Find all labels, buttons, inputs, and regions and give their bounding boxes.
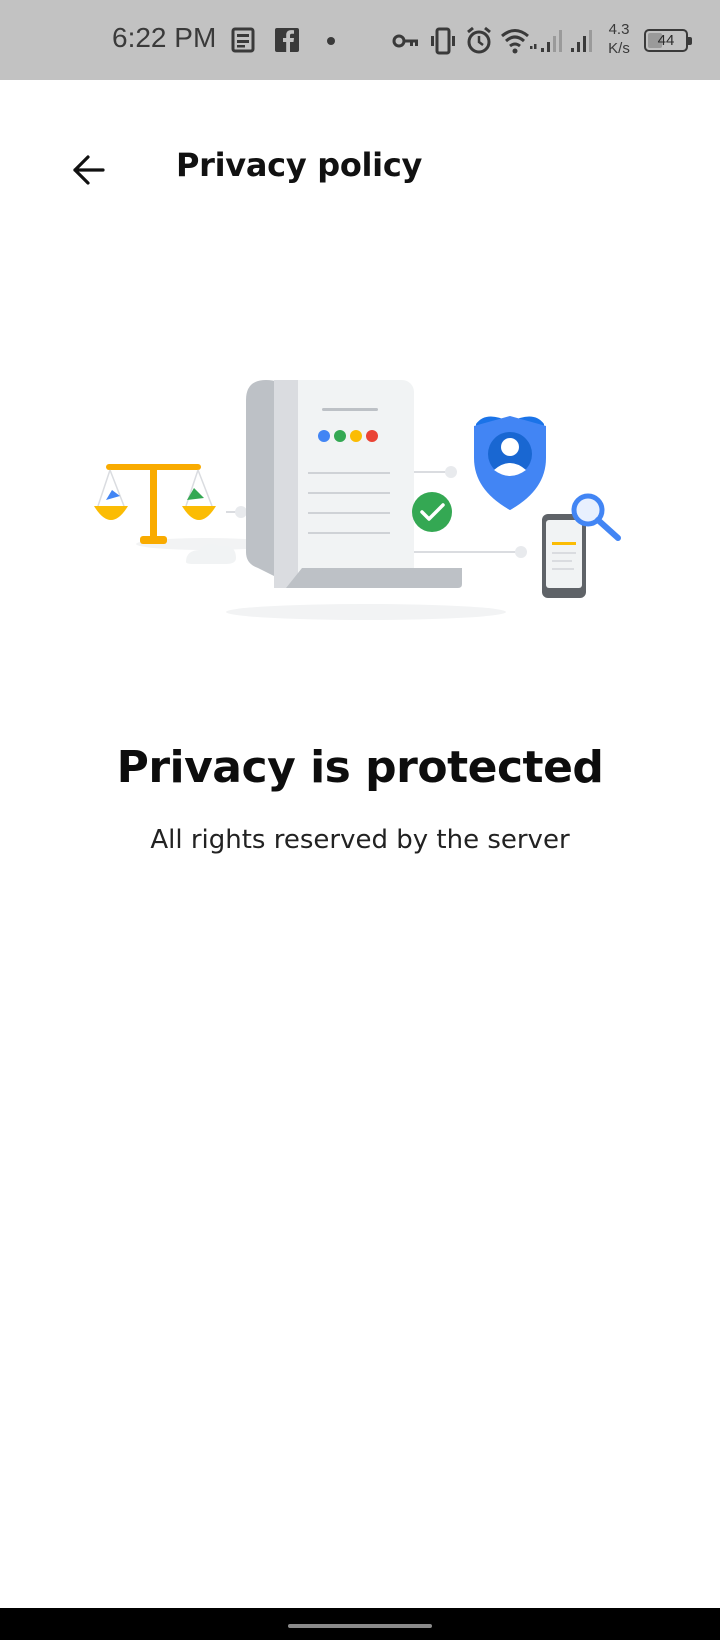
check-circle-icon bbox=[412, 492, 452, 532]
ground-shadow bbox=[226, 604, 506, 620]
scales-icon bbox=[94, 464, 216, 544]
network-speed: 4.3 K/s bbox=[602, 20, 636, 58]
battery-icon: 44 bbox=[644, 29, 692, 52]
back-button[interactable] bbox=[56, 138, 120, 202]
vibrate-icon bbox=[431, 27, 455, 55]
shield-user-icon bbox=[474, 416, 546, 510]
battery-level: 44 bbox=[657, 32, 675, 49]
wifi-icon bbox=[501, 29, 537, 54]
network-speed-unit: K/s bbox=[608, 40, 630, 57]
news-icon bbox=[231, 27, 255, 53]
status-bar: 6:22 PM 4.3 K/s 44 bbox=[0, 0, 720, 80]
alarm-icon bbox=[467, 26, 491, 54]
home-gesture-handle[interactable] bbox=[288, 1624, 432, 1628]
vpn-key-icon bbox=[392, 34, 418, 48]
subtext: All rights reserved by the server bbox=[150, 825, 570, 855]
network-speed-value: 4.3 bbox=[608, 21, 630, 38]
battery-tip bbox=[688, 37, 692, 45]
signal-icon bbox=[541, 30, 562, 52]
status-time: 6:22 PM bbox=[112, 22, 217, 53]
page-title: Privacy policy bbox=[176, 146, 423, 184]
notification-dot-icon bbox=[327, 37, 335, 45]
facebook-icon bbox=[275, 28, 299, 52]
phone-icon bbox=[542, 514, 586, 598]
document-icon bbox=[246, 380, 462, 588]
signal-icon bbox=[571, 30, 592, 52]
arrow-back-icon bbox=[73, 155, 105, 185]
privacy-illustration bbox=[94, 380, 621, 620]
headline: Privacy is protected bbox=[116, 742, 604, 793]
